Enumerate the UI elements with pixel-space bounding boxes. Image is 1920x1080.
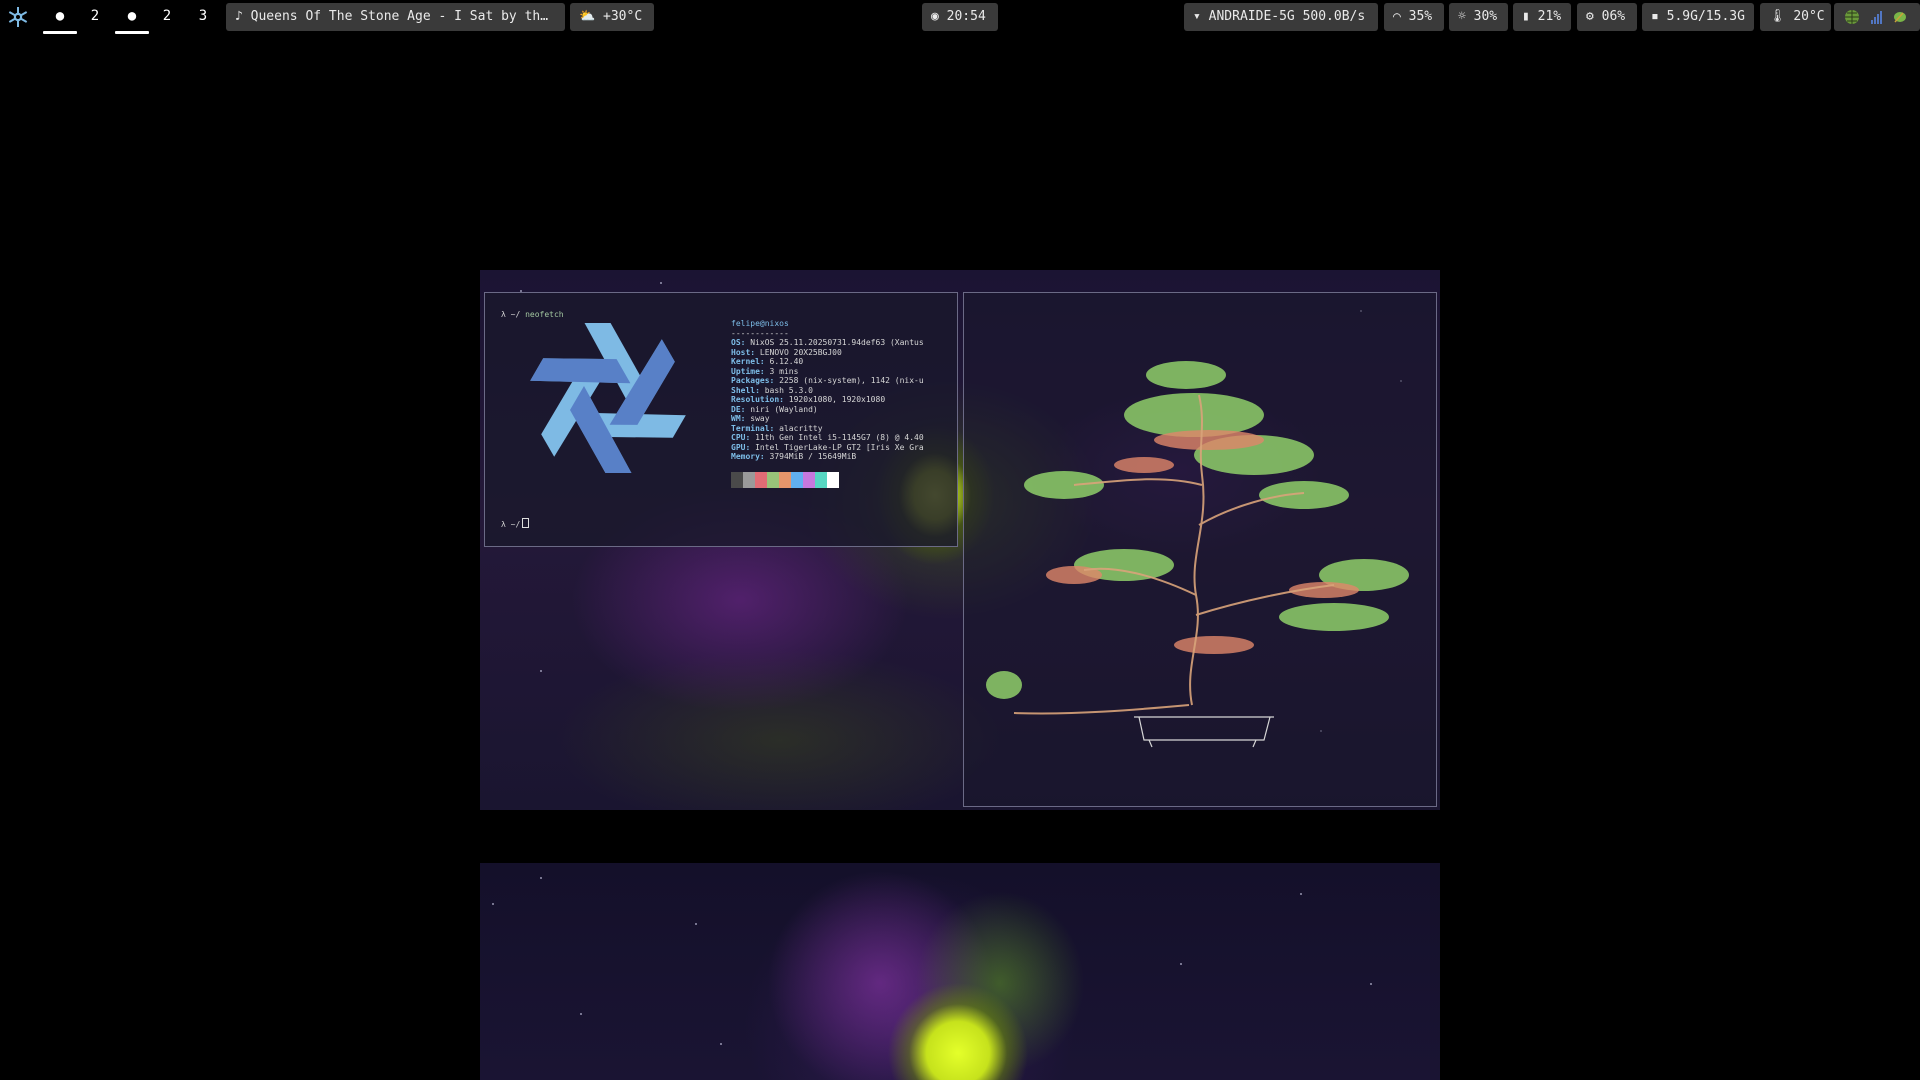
prompt-symbol: λ ~/ [501, 310, 521, 319]
memory-text: ▪ 5.9G/15.3G [1651, 9, 1745, 24]
workspace-1[interactable]: ● [41, 0, 79, 34]
color-swatch [767, 472, 779, 488]
info-key: Kernel: [731, 357, 765, 366]
info-separator: ------------ [731, 328, 789, 338]
workspace-4[interactable]: 2 [148, 0, 186, 34]
text-cursor [522, 518, 530, 528]
prompt-line-active[interactable]: λ ~/ [501, 518, 530, 530]
info-value: 2258 (nix-system), 1142 (nix-u [774, 376, 924, 385]
info-key: Host: [731, 347, 756, 357]
color-swatch [779, 472, 791, 488]
media-text: ♪ Queens Of The Stone Age - I Sat by th… [235, 9, 549, 24]
temperature-widget[interactable]: 🌡 20°C [1760, 3, 1831, 31]
temperature-text: 🌡 20°C [1769, 9, 1825, 24]
workspace-3[interactable]: ● [113, 0, 151, 34]
info-key: Uptime: [731, 366, 765, 376]
system-tray [1834, 3, 1920, 31]
weather-text: ⛅ +30°C [579, 9, 643, 24]
info-value: 3 mins [764, 366, 799, 376]
info-key: OS: [731, 338, 746, 347]
cpu-widget[interactable]: ⚙ 06% [1577, 3, 1637, 31]
color-swatch [803, 472, 815, 488]
info-value: 11th Gen Intel i5-1145G7 (8) @ 4.40 [750, 433, 924, 442]
tray-signal-icon[interactable] [1871, 11, 1882, 24]
terminal-window-bonsai[interactable] [963, 292, 1437, 807]
info-key: Terminal: [731, 423, 775, 433]
workspace-5[interactable]: 3 [184, 0, 222, 34]
info-key: Shell: [731, 385, 760, 395]
brightness-widget[interactable]: ☼ 30% [1449, 3, 1508, 31]
cpu-text: ⚙ 06% [1586, 9, 1626, 24]
weather-widget[interactable]: ⛅ +30°C [570, 3, 654, 31]
info-value: LENOVO 20X25BGJ00 [755, 347, 842, 357]
prompt-symbol: λ ~/ [501, 520, 521, 529]
nixos-ascii-logo [523, 323, 693, 473]
user-host: felipe@nixos [731, 319, 789, 328]
color-palette [731, 472, 839, 488]
info-key: Memory: [731, 452, 765, 461]
color-swatch [743, 472, 755, 488]
info-key: WM: [731, 414, 746, 423]
info-value: Intel TigerLake-LP GT2 [Iris Xe Gra [750, 442, 924, 452]
info-key: GPU: [731, 442, 751, 452]
info-value: alacritty [774, 423, 823, 433]
brightness-text: ☼ 30% [1458, 9, 1498, 24]
volume-widget[interactable]: ⌒ 35% [1384, 3, 1444, 31]
network-widget[interactable]: ▾ ANDRAIDE-5G 500.0B/s [1184, 3, 1378, 31]
info-key: DE: [731, 404, 746, 414]
clock-text: ◉ 20:54 [931, 9, 986, 24]
tray-globe-icon[interactable] [1845, 10, 1859, 24]
bonsai-ascii-art [986, 361, 1409, 748]
color-swatch [755, 472, 767, 488]
info-value: 1920x1080, 1920x1080 [783, 395, 886, 404]
info-value: niri (Wayland) [745, 404, 818, 414]
wallpaper-frame-bottom [480, 863, 1440, 1080]
workspace-2[interactable]: 2 [76, 0, 114, 34]
terminal-window-neofetch[interactable]: λ ~/ neofetch felipe@nixos ------------ … [484, 292, 958, 547]
battery-widget[interactable]: ▮ 21% [1513, 3, 1571, 31]
volume-text: ⌒ 35% [1393, 9, 1433, 24]
info-key: CPU: [731, 433, 751, 442]
color-swatch [731, 472, 743, 488]
color-swatch [791, 472, 803, 488]
nixos-logo-icon[interactable] [6, 5, 30, 29]
info-value: bash 5.3.0 [759, 385, 813, 395]
info-value: 6.12.40 [764, 357, 804, 366]
battery-text: ▮ 21% [1522, 9, 1562, 24]
info-key: Resolution: [731, 395, 784, 404]
tray-leaf-icon[interactable] [1894, 12, 1906, 23]
memory-widget[interactable]: ▪ 5.9G/15.3G [1642, 3, 1754, 31]
prompt-command: neofetch [525, 310, 564, 319]
clock-widget[interactable]: ◉ 20:54 [922, 3, 998, 31]
info-value: NixOS 25.11.20250731.94def63 (Xantus [745, 338, 924, 347]
color-swatch [827, 472, 839, 488]
info-value: 3794MiB / 15649MiB [764, 452, 857, 461]
status-bar: ● 2 ● 2 3 ♪ Queens Of The Stone Age - I … [0, 0, 1920, 36]
neofetch-info: felipe@nixos ------------ OS: NixOS 25.1… [731, 319, 924, 462]
network-text: ▾ ANDRAIDE-5G 500.0B/s [1193, 9, 1366, 24]
prompt-line: λ ~/ neofetch [501, 310, 564, 320]
info-value: sway [745, 414, 770, 423]
info-key: Packages: [731, 376, 775, 385]
color-swatch [815, 472, 827, 488]
media-player-widget[interactable]: ♪ Queens Of The Stone Age - I Sat by th… [226, 3, 565, 31]
